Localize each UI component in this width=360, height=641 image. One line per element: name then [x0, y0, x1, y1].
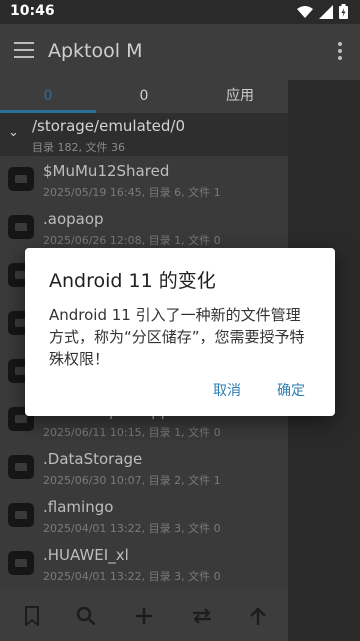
folder-icon [8, 503, 34, 527]
list-item[interactable]: .flamingo 2025/04/01 13:22, 目录 3, 文件 0 [0, 492, 288, 540]
bookmark-icon[interactable] [18, 602, 46, 630]
file-info: 2025/06/30 10:07, 目录 2, 文件 1 [43, 474, 221, 487]
chevron-down-icon[interactable]: ⌄ [8, 125, 19, 140]
list-item[interactable]: .DataStorage 2025/06/30 10:07, 目录 2, 文件 1 [0, 444, 288, 492]
arrow-up-icon[interactable] [244, 602, 272, 630]
app-title: Apktool M [48, 40, 143, 62]
battery-icon [339, 4, 348, 19]
confirm-button[interactable]: 确定 [277, 380, 305, 400]
path-summary: 目录 182, 文件 36 [32, 141, 125, 154]
menu-icon[interactable] [14, 42, 34, 58]
add-icon[interactable] [130, 602, 158, 630]
file-info: 2025/06/11 10:15, 目录 1, 文件 0 [43, 426, 221, 439]
cancel-button[interactable]: 取消 [213, 380, 241, 400]
list-item[interactable]: .aopaop 2025/06/26 12:08, 目录 1, 文件 0 [0, 204, 288, 252]
folder-icon [8, 455, 34, 479]
list-item[interactable]: .HUAWEI_xl 2025/04/01 13:22, 目录 3, 文件 0 [0, 540, 288, 588]
permission-dialog: Android 11 的变化 Android 11 引入了一种新的文件管理方式，… [25, 248, 335, 416]
folder-icon [8, 215, 34, 239]
more-options-icon[interactable] [338, 42, 342, 63]
bottom-toolbar [0, 589, 288, 641]
status-time: 10:46 [10, 3, 55, 19]
tab-apps[interactable]: 应用 [192, 80, 288, 113]
status-bar: 10:46 [0, 0, 360, 24]
tab-second[interactable]: 0 [96, 80, 192, 113]
file-info: 2025/04/01 13:22, 目录 3, 文件 0 [43, 570, 221, 583]
tab-first[interactable]: 0 [0, 80, 96, 113]
dialog-message: Android 11 引入了一种新的文件管理方式，称为“分区储存”，您需要授予特… [49, 306, 305, 368]
file-name: .flamingo [43, 498, 114, 516]
search-icon[interactable] [72, 602, 100, 630]
status-icons [297, 4, 348, 19]
file-name: $MuMu12Shared [43, 162, 170, 180]
file-info: 2025/05/19 16:45, 目录 6, 文件 1 [43, 186, 221, 199]
app-bar: Apktool M [0, 24, 360, 80]
dialog-title: Android 11 的变化 [49, 270, 216, 292]
file-name: .aopaop [43, 210, 104, 228]
signal-icon [319, 4, 333, 19]
current-path: /storage/emulated/0 [32, 117, 186, 135]
file-info: 2025/06/26 12:08, 目录 1, 文件 0 [43, 234, 221, 247]
path-header[interactable]: ⌄ /storage/emulated/0 目录 182, 文件 36 [0, 113, 288, 156]
file-name: .DataStorage [43, 450, 143, 468]
swap-icon[interactable] [188, 602, 216, 630]
wifi-icon [297, 5, 313, 18]
folder-icon [8, 551, 34, 575]
file-name: .HUAWEI_xl [43, 546, 129, 564]
folder-icon [8, 167, 34, 191]
file-info: 2025/04/01 13:22, 目录 3, 文件 0 [43, 522, 221, 535]
list-item[interactable]: $MuMu12Shared 2025/05/19 16:45, 目录 6, 文件 … [0, 156, 288, 204]
